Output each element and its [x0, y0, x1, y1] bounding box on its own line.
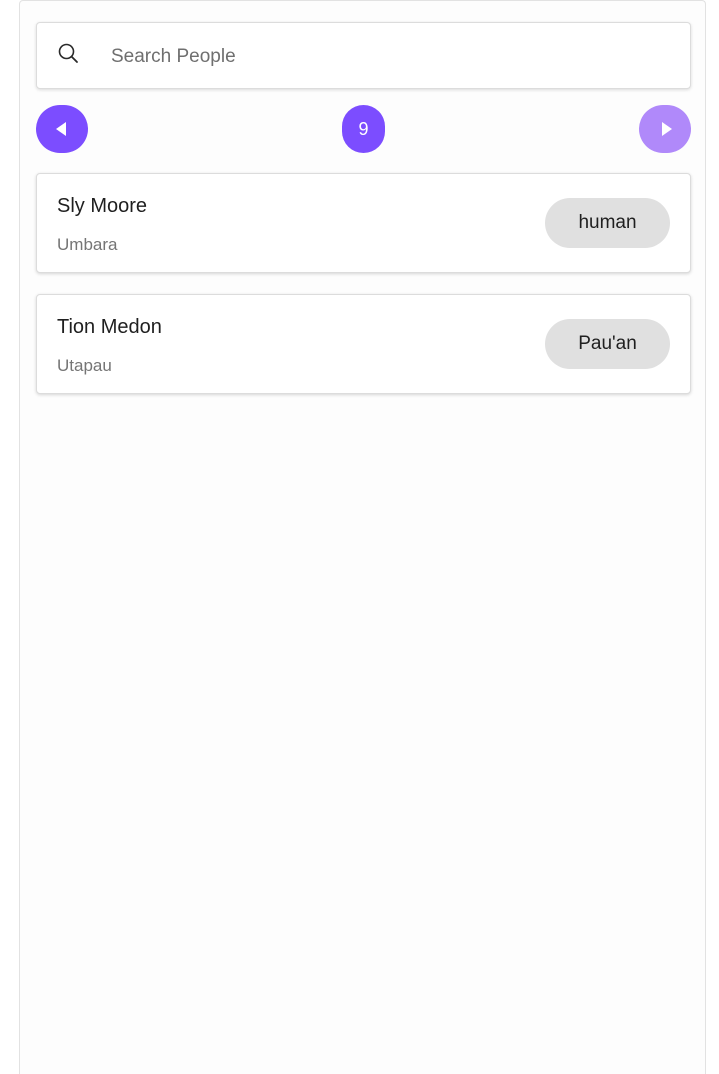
person-homeworld: Utapau	[57, 356, 112, 375]
current-page-number: 9	[358, 118, 369, 139]
species-chip[interactable]: Pau'an	[545, 319, 670, 369]
previous-page-button[interactable]	[36, 105, 88, 153]
caret-right-icon	[662, 122, 672, 136]
caret-left-icon	[56, 122, 66, 136]
next-page-button[interactable]	[639, 105, 691, 153]
search-icon	[58, 43, 78, 63]
search-box[interactable]	[36, 22, 691, 89]
person-name: Tion Medon	[57, 316, 162, 338]
search-input[interactable]	[111, 37, 671, 77]
person-homeworld: Umbara	[57, 235, 118, 254]
app-panel: 9 Sly Moore Umbara human Tion Medon Utap…	[19, 0, 706, 1074]
person-name: Sly Moore	[57, 195, 148, 217]
current-page-indicator[interactable]: 9	[342, 105, 385, 153]
person-card[interactable]: Sly Moore Umbara human	[36, 173, 691, 273]
person-card[interactable]: Tion Medon Utapau Pau'an	[36, 294, 691, 394]
species-chip[interactable]: human	[545, 198, 670, 248]
